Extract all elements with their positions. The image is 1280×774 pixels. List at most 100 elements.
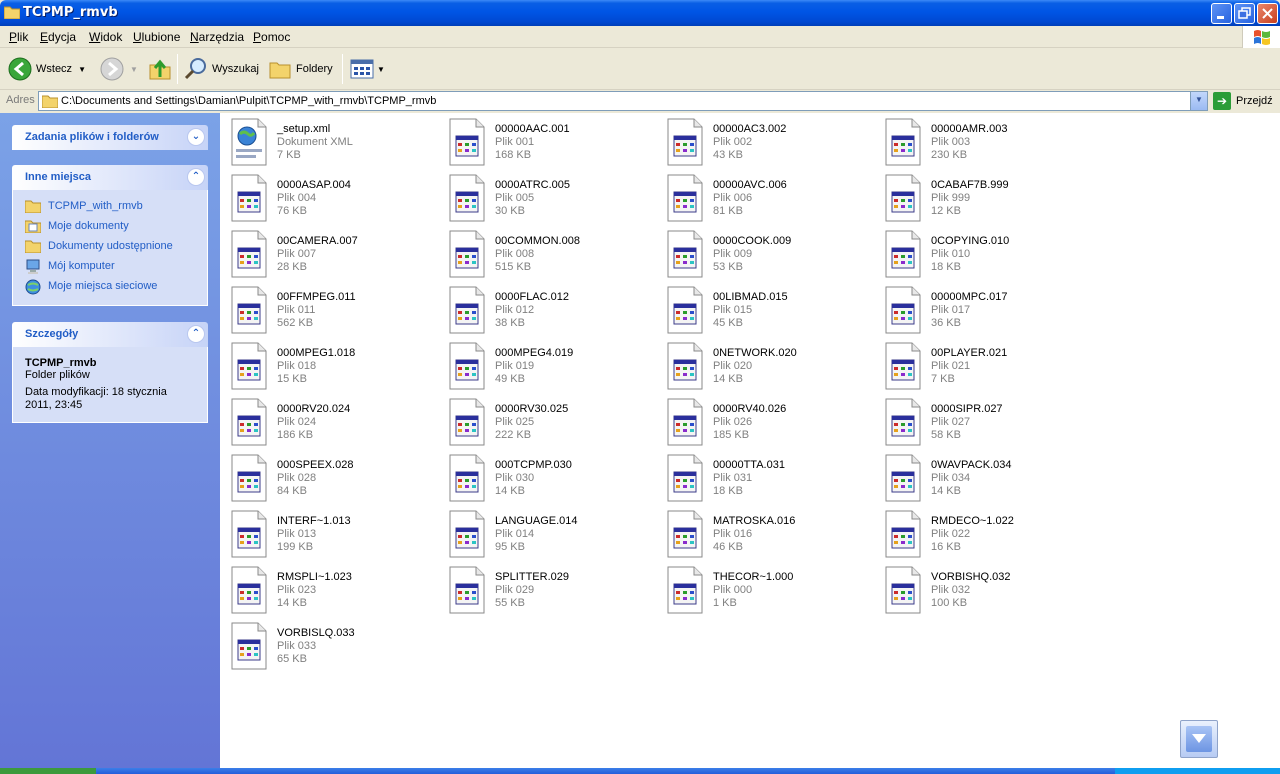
file-type: Dokument XML <box>277 136 353 148</box>
toolbar-separator <box>177 54 178 84</box>
chevron-down-icon: ▼ <box>1195 95 1203 104</box>
file-item[interactable]: 00FFMPEG.011 Plik 011 562 KB <box>220 282 430 334</box>
file-item[interactable]: 00000TTA.031 Plik 031 18 KB <box>656 450 866 502</box>
file-item[interactable]: VORBISLQ.033 Plik 033 65 KB <box>220 618 430 670</box>
folders-button[interactable]: Foldery <box>268 56 333 82</box>
other-places-header[interactable]: Inne miejsca ⌃ <box>12 165 208 190</box>
place-my-documents[interactable]: Moje dokumenty <box>13 216 207 236</box>
menu-pomoc[interactable]: Pomoc <box>253 30 290 44</box>
file-item[interactable]: MATROSKA.016 Plik 016 46 KB <box>656 506 866 558</box>
file-type: Plik 009 <box>713 248 753 260</box>
menu-narzedzia[interactable]: Narzędzia <box>190 30 244 44</box>
file-item[interactable]: 0000RV30.025 Plik 025 222 KB <box>438 394 648 446</box>
file-item[interactable]: 00PLAYER.021 Plik 021 7 KB <box>874 338 1084 390</box>
place-tcpmp-with-rmvb[interactable]: TCPMP_with_rmvb <box>13 196 207 216</box>
file-item[interactable]: VORBISHQ.032 Plik 032 100 KB <box>874 562 1084 614</box>
file-size: 7 KB <box>931 373 955 385</box>
views-button[interactable]: ▼ <box>350 56 385 82</box>
file-item[interactable]: SPLITTER.029 Plik 029 55 KB <box>438 562 648 614</box>
place-shared-documents[interactable]: Dokumenty udostępnione <box>13 236 207 256</box>
menu-ulubione[interactable]: Ulubione <box>133 30 180 44</box>
go-button[interactable]: ➔ Przejdź <box>1213 92 1273 110</box>
forward-arrow-icon <box>100 57 124 81</box>
file-size: 230 KB <box>931 149 968 161</box>
file-item[interactable]: 0000ASAP.004 Plik 004 76 KB <box>220 170 430 222</box>
forward-dropdown-icon[interactable]: ▼ <box>130 65 138 74</box>
file-item[interactable]: 00000MPC.017 Plik 017 36 KB <box>874 282 1084 334</box>
file-name: SPLITTER.029 <box>495 571 569 583</box>
scroll-down-button[interactable] <box>1180 720 1218 758</box>
file-size: 55 KB <box>495 597 525 609</box>
back-dropdown-icon[interactable]: ▼ <box>78 65 86 74</box>
file-size: 222 KB <box>495 429 532 441</box>
file-item[interactable]: 00CAMERA.007 Plik 007 28 KB <box>220 226 430 278</box>
expand-icon[interactable]: ⌄ <box>187 128 205 146</box>
file-tasks-header[interactable]: Zadania plików i folderów ⌄ <box>12 125 208 150</box>
file-type: Plik 013 <box>277 528 317 540</box>
file-item[interactable]: 0000RV40.026 Plik 026 185 KB <box>656 394 866 446</box>
file-list[interactable]: _setup.xml Dokument XML 7 KB 00000AAC.001 Pl… <box>220 113 1280 768</box>
file-item[interactable]: 000MPEG1.018 Plik 018 15 KB <box>220 338 430 390</box>
file-icon <box>884 230 922 278</box>
file-item[interactable]: 00000AMR.003 Plik 003 230 KB <box>874 114 1084 166</box>
maximize-button[interactable] <box>1234 3 1255 24</box>
start-button[interactable] <box>0 768 96 774</box>
file-item[interactable]: INTERF~1.013 Plik 013 199 KB <box>220 506 430 558</box>
menu-plik[interactable]: Plik <box>9 30 28 44</box>
file-name: 00COMMON.008 <box>495 235 580 247</box>
file-item[interactable]: 0000ATRC.005 Plik 005 30 KB <box>438 170 648 222</box>
minimize-button[interactable] <box>1211 3 1232 24</box>
file-item[interactable]: 000MPEG4.019 Plik 019 49 KB <box>438 338 648 390</box>
file-item[interactable]: 00000AAC.001 Plik 001 168 KB <box>438 114 648 166</box>
place-my-computer[interactable]: Mój komputer <box>13 256 207 276</box>
file-item[interactable]: 00000AVC.006 Plik 006 81 KB <box>656 170 866 222</box>
file-item[interactable]: THECOR~1.000 Plik 000 1 KB <box>656 562 866 614</box>
file-item[interactable]: _setup.xml Dokument XML 7 KB <box>220 114 430 166</box>
address-input[interactable]: C:\Documents and Settings\Damian\Pulpit\… <box>38 91 1208 111</box>
file-item[interactable]: 00000AC3.002 Plik 002 43 KB <box>656 114 866 166</box>
address-bar: Adres C:\Documents and Settings\Damian\P… <box>0 90 1280 112</box>
views-dropdown-icon[interactable]: ▼ <box>377 65 385 74</box>
file-type: Plik 030 <box>495 472 535 484</box>
details-header[interactable]: Szczegóły ⌃ <box>12 322 208 347</box>
file-item[interactable]: 0NETWORK.020 Plik 020 14 KB <box>656 338 866 390</box>
search-button[interactable]: Wyszukaj <box>184 56 259 82</box>
file-item[interactable]: RMDECO~1.022 Plik 022 16 KB <box>874 506 1084 558</box>
file-item[interactable]: 000TCPMP.030 Plik 030 14 KB <box>438 450 648 502</box>
file-item[interactable]: 0000SIPR.027 Plik 027 58 KB <box>874 394 1084 446</box>
forward-button[interactable]: ▼ <box>100 56 138 82</box>
file-item[interactable]: 0COPYING.010 Plik 010 18 KB <box>874 226 1084 278</box>
file-item[interactable]: RMSPLI~1.023 Plik 023 14 KB <box>220 562 430 614</box>
up-folder-button[interactable] <box>148 56 172 82</box>
documents-icon <box>25 220 41 233</box>
folder-icon <box>4 6 20 19</box>
task-pane: Zadania plików i folderów ⌄ Inne miejsca… <box>0 113 220 768</box>
file-size: 562 KB <box>277 317 314 329</box>
place-network[interactable]: Moje miejsca sieciowe <box>13 276 207 296</box>
file-icon <box>884 174 922 222</box>
folder-icon <box>25 240 41 253</box>
file-item[interactable]: 0WAVPACK.034 Plik 034 14 KB <box>874 450 1084 502</box>
file-item[interactable]: 00COMMON.008 Plik 008 515 KB <box>438 226 648 278</box>
file-size: 14 KB <box>495 485 525 497</box>
details-body: TCPMP_rmvb Folder plików Data modyfikacj… <box>12 347 208 423</box>
title-bar[interactable]: TCPMP_rmvb <box>0 0 1280 26</box>
file-name: 0000SIPR.027 <box>931 403 1003 415</box>
collapse-icon[interactable]: ⌃ <box>187 168 205 186</box>
menu-edycja[interactable]: Edycja <box>40 30 76 44</box>
close-button[interactable] <box>1257 3 1278 24</box>
collapse-icon[interactable]: ⌃ <box>187 325 205 343</box>
file-item[interactable]: 000SPEEX.028 Plik 028 84 KB <box>220 450 430 502</box>
file-size: 12 KB <box>931 205 961 217</box>
taskbar <box>0 768 1280 774</box>
file-type: Plik 014 <box>495 528 535 540</box>
file-item[interactable]: 0000RV20.024 Plik 024 186 KB <box>220 394 430 446</box>
file-item[interactable]: 00LIBMAD.015 Plik 015 45 KB <box>656 282 866 334</box>
file-item[interactable]: 0CABAF7B.999 Plik 999 12 KB <box>874 170 1084 222</box>
menu-widok[interactable]: Widok <box>89 30 122 44</box>
file-item[interactable]: LANGUAGE.014 Plik 014 95 KB <box>438 506 648 558</box>
back-button[interactable]: Wstecz ▼ <box>8 56 86 82</box>
address-dropdown-button[interactable]: ▼ <box>1190 92 1207 110</box>
file-item[interactable]: 0000FLAC.012 Plik 012 38 KB <box>438 282 648 334</box>
file-item[interactable]: 0000COOK.009 Plik 009 53 KB <box>656 226 866 278</box>
